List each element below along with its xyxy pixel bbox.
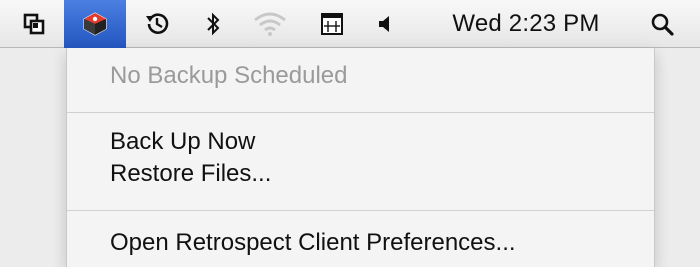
retrospect-icon[interactable]	[64, 0, 126, 48]
backup-status-label: No Backup Scheduled	[110, 62, 348, 89]
open-preferences-menu-item[interactable]: Open Retrospect Client Preferences...	[110, 229, 516, 257]
wifi-icon[interactable]	[248, 0, 292, 48]
bluetooth-icon[interactable]	[196, 0, 230, 48]
menu-bar: Wed 2:23 PM	[0, 0, 700, 48]
volume-icon[interactable]	[368, 0, 400, 48]
menu-bar-clock[interactable]: Wed 2:23 PM	[428, 0, 624, 48]
menu-separator	[67, 210, 654, 211]
time-machine-icon[interactable]	[134, 0, 180, 48]
back-up-now-menu-item[interactable]: Back Up Now	[110, 128, 255, 156]
menu-separator	[67, 112, 654, 113]
restore-files-menu-item[interactable]: Restore Files...	[110, 160, 271, 188]
search-icon[interactable]	[640, 0, 684, 48]
input-menu-icon[interactable]	[314, 0, 350, 48]
retrospect-dropdown-menu: No Backup Scheduled Back Up Now Restore …	[66, 48, 655, 267]
screen-sharing-icon[interactable]	[14, 0, 54, 48]
